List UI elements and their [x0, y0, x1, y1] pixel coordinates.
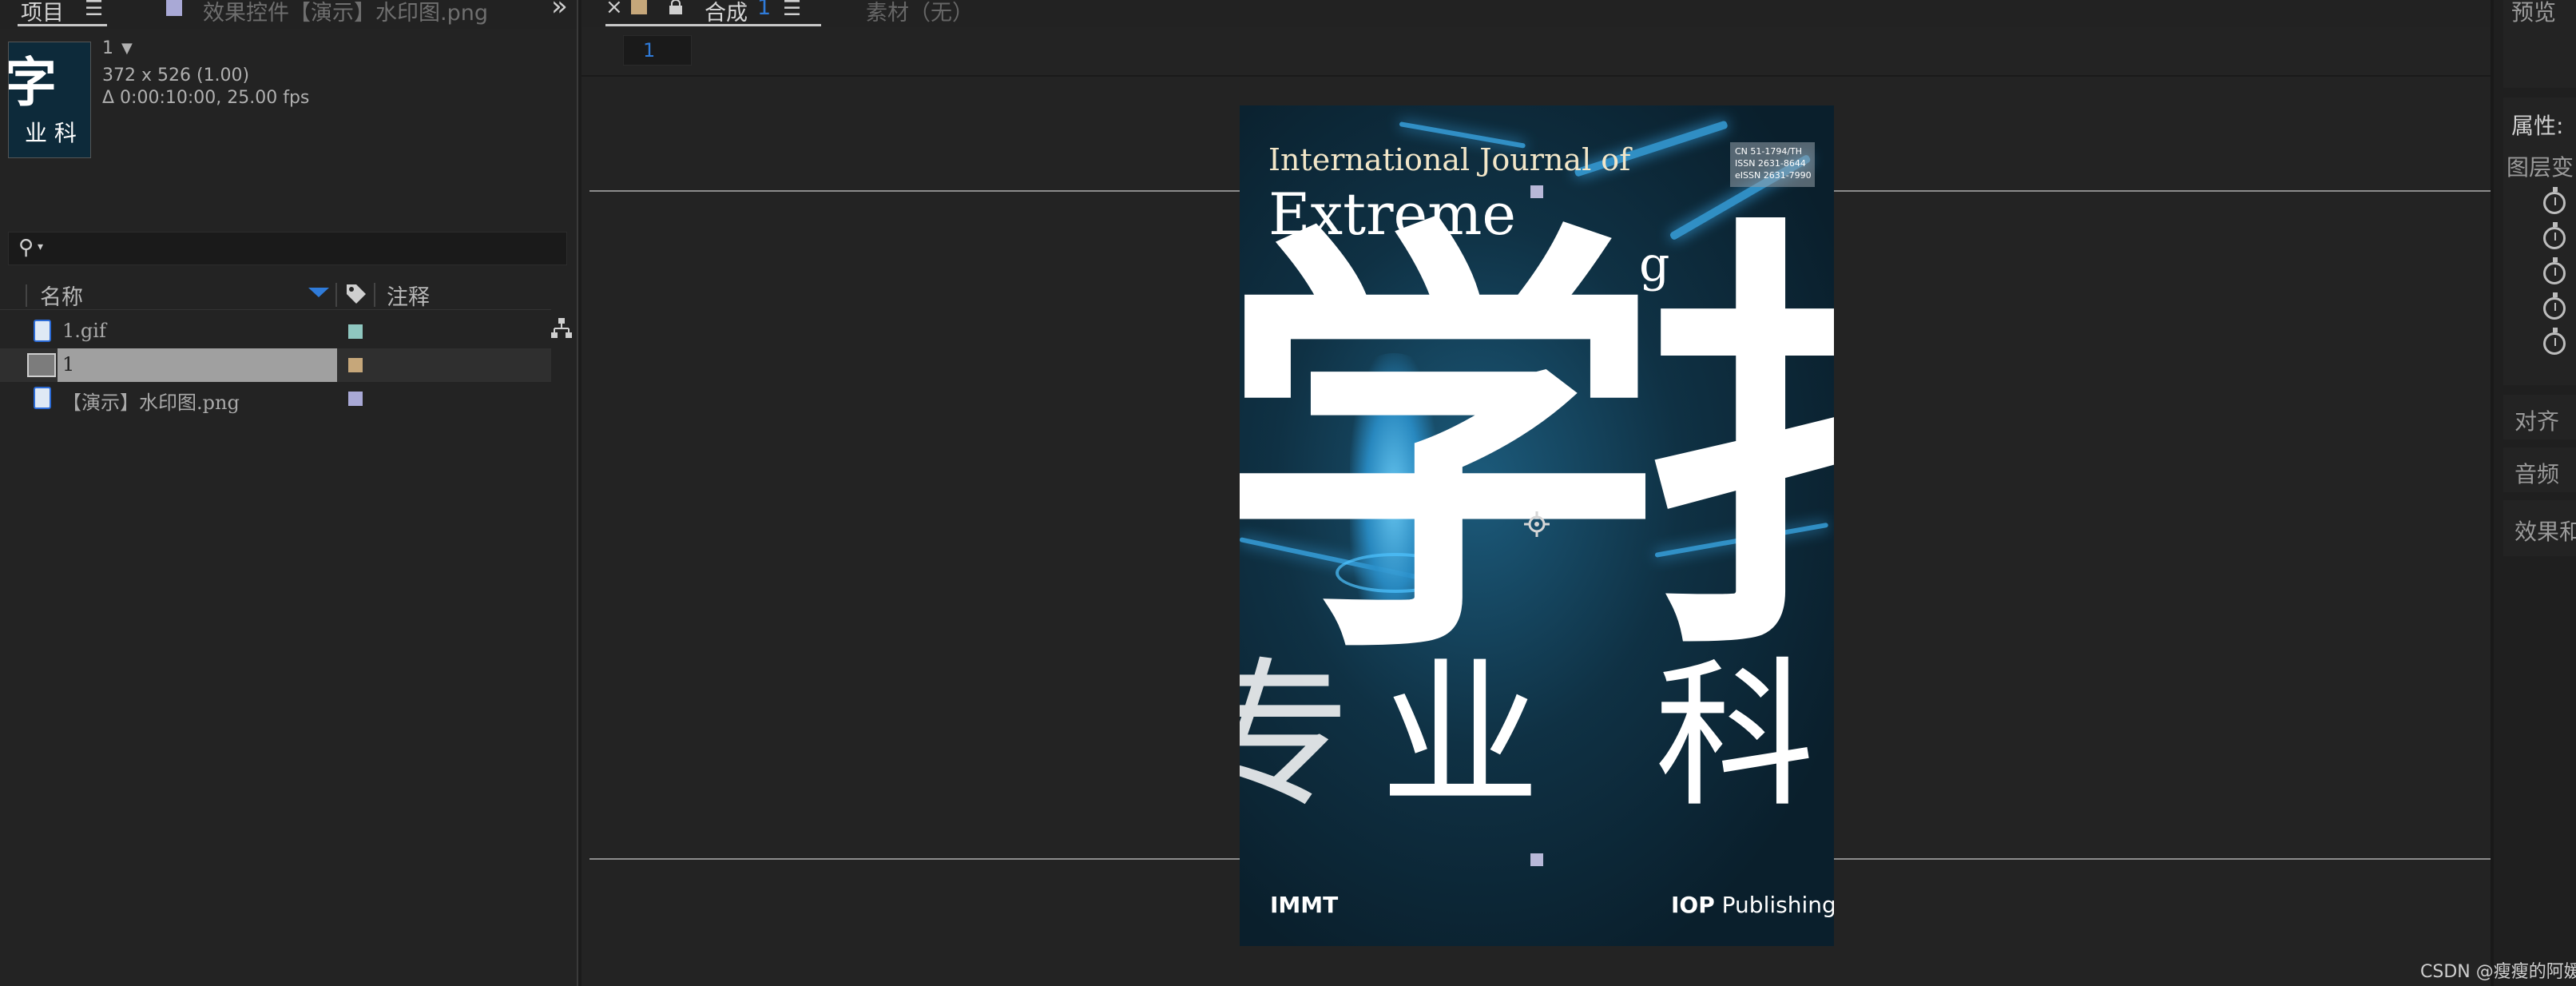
layer-transform-label: 图层变: [2507, 154, 2574, 181]
csdn-watermark: CSDN @瘦瘦的阿媛i: [2420, 962, 2576, 982]
project-panel: 项目 ☰ 效果控件【演示】水印图.png » 字 业 科 1 ▼ 372 x 5…: [0, 0, 577, 986]
stopwatch-icon[interactable]: [2543, 222, 2566, 249]
sort-arrow-icon[interactable]: [308, 288, 329, 297]
properties-title[interactable]: 属性:: [2511, 109, 2563, 141]
issn-line: CN 51-1794/TH: [1735, 146, 1803, 157]
label-tag-icon[interactable]: [345, 283, 367, 304]
breadcrumb-label: 1: [643, 39, 656, 62]
active-tab-underline: [18, 24, 107, 26]
search-icon: ⚲: [18, 236, 34, 260]
composition-canvas[interactable]: International Journal of Extreme g CN 51…: [1240, 105, 1834, 946]
issn-box: CN 51-1794/TH ISSN 2631-8644 eISSN 2631-…: [1730, 142, 1815, 187]
anchor-point-icon[interactable]: [1524, 511, 1550, 537]
stopwatch-icon[interactable]: [2543, 257, 2566, 284]
audio-panel-title[interactable]: 音频: [2514, 457, 2559, 489]
selection-highlight: [58, 348, 337, 382]
composition-tab-swatch: [631, 0, 647, 14]
tab-footage[interactable]: 素材（无）: [866, 0, 974, 26]
publisher-right-bold: IOP: [1671, 892, 1715, 918]
stopwatch-icon[interactable]: [2543, 328, 2566, 355]
watermark-overlay-left: 专: [1240, 643, 1352, 829]
project-item-row-selected[interactable]: 1: [0, 348, 551, 382]
column-divider: [26, 284, 27, 307]
project-tab-bar: 项目 ☰ 效果控件【演示】水印图.png »: [0, 0, 577, 29]
column-name[interactable]: 名称: [40, 280, 83, 311]
issn-line: eISSN 2631-7990: [1735, 170, 1812, 181]
publisher-right: IOP Publishing: [1671, 892, 1834, 918]
tab-composition[interactable]: 合成: [705, 0, 748, 26]
column-divider: [374, 283, 375, 307]
preview-panel-title[interactable]: 预览: [2511, 0, 2556, 27]
publisher-right-text: Publishing: [1714, 892, 1834, 918]
project-item-row[interactable]: 1.gif: [0, 315, 551, 348]
effects-panel-title[interactable]: 效果和: [2514, 515, 2576, 547]
label-color-swatch[interactable]: [348, 324, 363, 339]
watermark-overlay-top: 学扌: [1240, 189, 1834, 710]
composition-menu-icon[interactable]: ☰: [783, 0, 801, 21]
stopwatch-icon[interactable]: [2543, 187, 2566, 214]
right-panel: 预览 属性: 图层变 对齐 音频 效果和: [2491, 0, 2576, 986]
column-header-row: 名称 注释: [0, 280, 551, 310]
stopwatch-icon[interactable]: [2543, 292, 2566, 320]
issn-line: ISSN 2631-8644: [1735, 158, 1806, 169]
transform-handle-bottom[interactable]: [1530, 853, 1543, 866]
composition-breadcrumb[interactable]: 1: [623, 35, 692, 66]
active-tab-underline: [605, 24, 821, 26]
column-divider: [335, 283, 337, 307]
project-item-name[interactable]: 1: [62, 353, 74, 376]
preview-thumbnail: 字 业 科: [8, 42, 91, 158]
lock-icon[interactable]: [668, 0, 684, 14]
preview-dimensions: 372 x 526 (1.00): [102, 66, 250, 85]
watermark-overlay-bottom: 业 科: [1380, 643, 1834, 829]
image-file-icon: [34, 387, 51, 409]
project-item-name: 1.gif: [62, 320, 106, 342]
viewer-divider: [581, 75, 2491, 77]
hierarchy-icon[interactable]: [550, 316, 574, 344]
properties-panel: 属性: 图层变: [2503, 97, 2576, 385]
composition-icon: [27, 353, 56, 377]
effects-presets-panel[interactable]: 效果和: [2503, 500, 2576, 556]
thumbnail-glyph: 字: [8, 52, 57, 113]
preview-duration: Δ 0:00:10:00, 25.00 fps: [102, 88, 310, 108]
tab-composition-number[interactable]: 1: [757, 0, 771, 20]
close-tab-icon[interactable]: ×: [605, 0, 623, 19]
effects-tab-swatch: [166, 0, 182, 16]
align-panel-title[interactable]: 对齐: [2514, 404, 2559, 436]
label-color-swatch[interactable]: [348, 358, 363, 372]
label-color-swatch[interactable]: [348, 392, 363, 406]
tab-project[interactable]: 项目: [21, 0, 64, 26]
project-menu-icon[interactable]: ☰: [85, 0, 103, 21]
project-item-row[interactable]: 【演示】水印图.png: [0, 382, 551, 415]
image-file-icon: [34, 320, 51, 342]
tab-effects-controls[interactable]: 效果控件【演示】水印图.png: [203, 0, 488, 26]
transform-handle-top[interactable]: [1530, 185, 1543, 198]
project-search-input[interactable]: ⚲ ▾: [8, 232, 567, 265]
composition-tab-bar: × 合成 1 ☰ 素材（无）: [581, 0, 2491, 27]
search-dropdown-icon: ▾: [38, 241, 44, 253]
publisher-left: IMMT: [1270, 892, 1339, 918]
preview-name: 1: [102, 38, 113, 58]
preview-dropdown-icon[interactable]: ▼: [121, 40, 133, 57]
preview-panel: 预览: [2503, 0, 2576, 88]
audio-panel[interactable]: 音频: [2503, 447, 2576, 492]
project-item-name: 【演示】水印图.png: [62, 392, 240, 414]
panel-overflow-icon[interactable]: »: [551, 0, 568, 22]
thumbnail-glyph-bottom: 业 科: [25, 120, 77, 146]
align-panel[interactable]: 对齐: [2503, 395, 2576, 439]
column-comment[interactable]: 注释: [387, 280, 430, 311]
journal-title-line1: International Journal of: [1268, 142, 1631, 177]
